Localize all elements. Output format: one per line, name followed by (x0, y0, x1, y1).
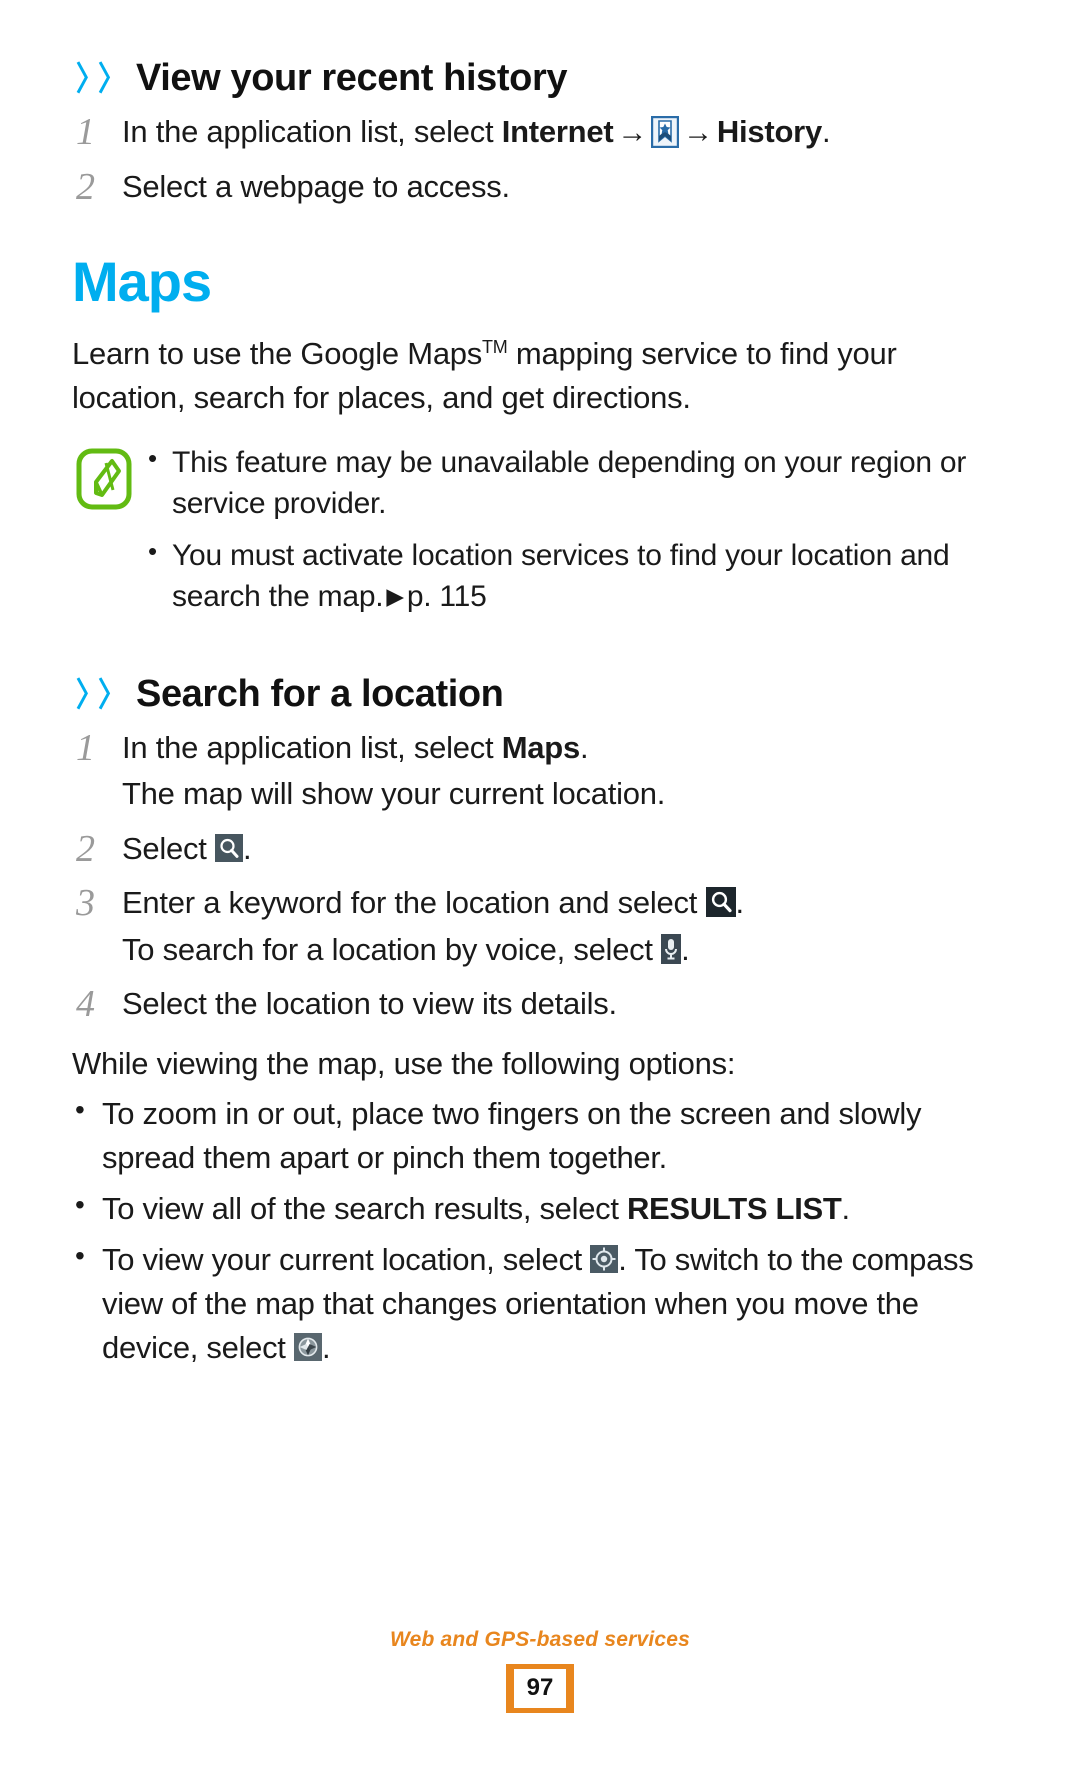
step-text-pre: Select (122, 830, 216, 866)
step-bold-maps: Maps (501, 729, 581, 765)
step-item: 3 Enter a keyword for the location and s… (72, 880, 1008, 973)
options-intro: While viewing the map, use the following… (72, 1045, 736, 1081)
option-text-pre: To view your current location, select (102, 1241, 591, 1277)
page-number-bar: 97 (505, 1664, 575, 1713)
maps-intro-before-tm: Learn to use the Google Maps (72, 336, 483, 372)
trademark-mark: TM (482, 337, 508, 358)
chevron-right-icon: 〉〉 (75, 60, 126, 97)
step-text-pre: In the application list, select (122, 114, 502, 150)
compass-icon (293, 1329, 322, 1361)
note-bullet: This feature may be unavailable dependin… (144, 441, 1008, 525)
step-text: In the application list, select Internet… (122, 109, 1008, 156)
note-block: This feature may be unavailable dependin… (72, 441, 1008, 628)
microphone-icon (661, 931, 682, 964)
note-bullet-text: You must activate location services to f… (172, 538, 950, 614)
step-text-post: . (243, 830, 252, 866)
step-text-post: . (821, 114, 831, 150)
maps-intro-paragraph: Learn to use the Google MapsTM mapping s… (72, 332, 952, 420)
step-number: 4 (76, 983, 95, 1026)
triangle-right-icon: ▶ (386, 583, 404, 610)
step-number: 1 (76, 726, 95, 769)
step-bold-history: History (716, 114, 822, 150)
step-text-post: . (735, 885, 745, 921)
step-item: 2 Select . (72, 826, 1008, 873)
section-heading-search-location: 〉〉 Search for a location (72, 672, 1008, 715)
step-number: 1 (76, 111, 95, 154)
arrow-right-glyph: → (617, 116, 648, 150)
step-item: 1 In the application list, select Maps. … (72, 725, 1008, 818)
step-item: 4 Select the location to view its detail… (72, 981, 1008, 1028)
note-bullet: You must activate location services to f… (144, 534, 1008, 618)
note-pen-icon (76, 448, 132, 510)
step-item: 2 Select a webpage to access. (72, 164, 1008, 211)
step-number: 3 (76, 882, 95, 925)
bookmark-icon (650, 115, 680, 149)
section-heading-text: Search for a location (136, 672, 504, 715)
step-item: 1 In the application list, select Intern… (72, 109, 1008, 156)
step-text-pre: In the application list, select (122, 729, 502, 765)
step-bold-internet: Internet (501, 114, 614, 150)
option-bold-results-list: RESULTS LIST (626, 1190, 842, 1226)
section-heading-view-history: 〉〉 View your recent history (72, 57, 1008, 99)
step-text: Select . (122, 826, 1008, 873)
option-bullet: To view your current location, select . … (72, 1236, 1008, 1370)
my-location-icon (590, 1241, 619, 1273)
step-text: Select a webpage to access. (122, 168, 510, 204)
search-icon (215, 829, 244, 862)
section-heading-text: View your recent history (136, 57, 568, 99)
footer-chapter-title: Web and GPS-based services (389, 1628, 691, 1651)
options-bullet-list: To zoom in or out, place two fingers on … (72, 1090, 1008, 1370)
note-bullet-list: This feature may be unavailable dependin… (144, 441, 1008, 628)
option-text-post: . (841, 1190, 851, 1226)
page-reference: p. 115 (406, 580, 487, 614)
arrow-right-glyph-2: → (683, 116, 713, 150)
step-subtext: The map will show your current location. (122, 776, 666, 812)
step-number: 2 (76, 165, 95, 208)
step-text: Select the location to view its details. (122, 986, 617, 1022)
manual-page: 〉〉 View your recent history 1 In the app… (0, 0, 1080, 1771)
option-text-post: . (321, 1329, 331, 1365)
option-text-pre: To view all of the search results, selec… (102, 1190, 627, 1226)
step-text: Enter a keyword for the location and sel… (122, 880, 1008, 973)
step-subtext-pre: To search for a location by voice, selec… (122, 931, 662, 967)
step-text-post: . (579, 729, 589, 765)
page-number: 97 (513, 1669, 567, 1708)
page-title-maps: Maps (72, 250, 212, 314)
option-bullet: To view all of the search results, selec… (72, 1185, 1008, 1231)
option-bullet: To zoom in or out, place two fingers on … (72, 1090, 1008, 1180)
step-subtext: To search for a location by voice, selec… (122, 927, 1008, 974)
step-text-pre: Enter a keyword for the location and sel… (122, 885, 706, 921)
search-icon (705, 884, 736, 918)
step-text: In the application list, select Maps. Th… (122, 725, 1008, 818)
chevron-right-icon: 〉〉 (75, 675, 126, 713)
page-footer: Web and GPS-based services 97 (0, 1628, 1080, 1713)
step-number: 2 (76, 827, 95, 870)
step-subtext-post: . (681, 931, 690, 967)
